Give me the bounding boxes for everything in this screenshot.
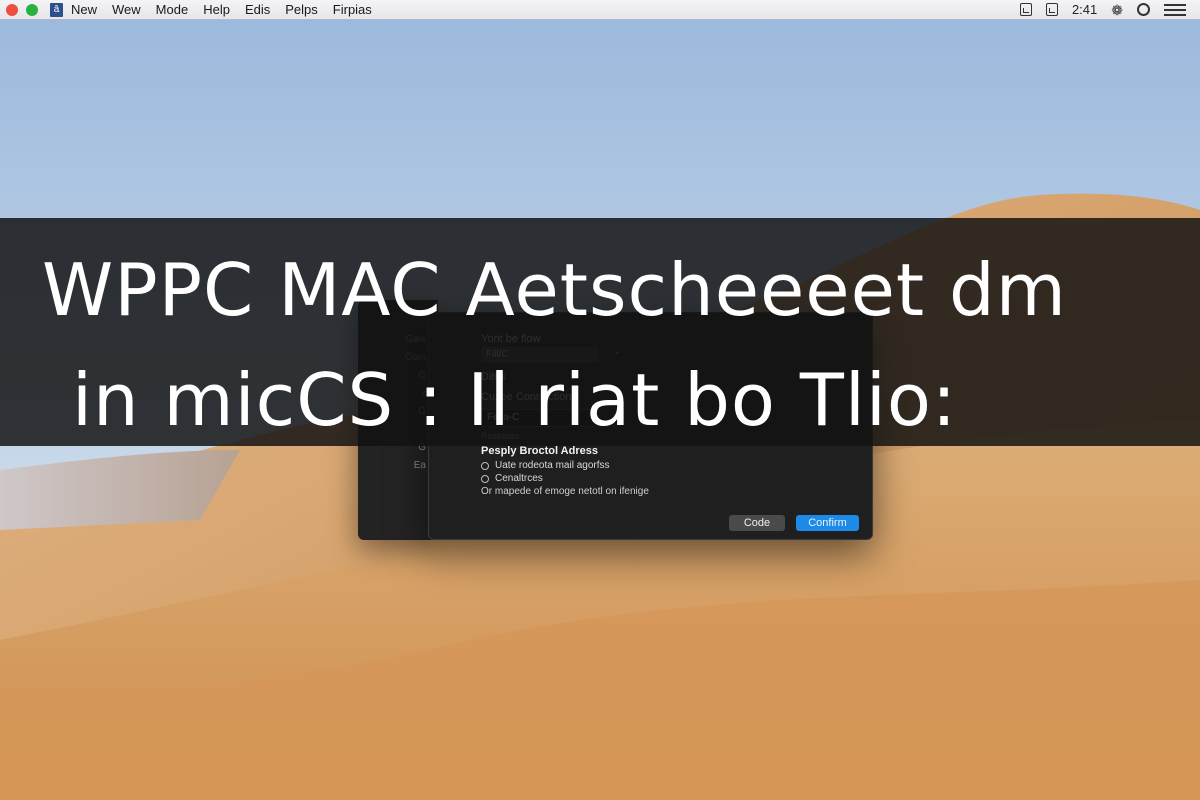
dialog-note: Or mapede of emoge netotl on ifenige bbox=[481, 486, 649, 497]
sidebar-label[interactable]: Ea bbox=[414, 460, 426, 471]
banner-title-line-1: WPPC MAC Aetscheeeet dm bbox=[42, 248, 1067, 332]
menu-item-mode[interactable]: Mode bbox=[156, 2, 189, 17]
hamburger-icon[interactable] bbox=[1164, 3, 1186, 16]
section-title: Pesply Broctol Adress bbox=[481, 445, 598, 457]
radio-button[interactable] bbox=[481, 461, 489, 470]
menu-item-firpias[interactable]: Firpias bbox=[333, 2, 372, 17]
radio-option[interactable]: Uate rodeota mail agorfss bbox=[481, 460, 610, 471]
menu-bar: ā New Wew Mode Help Edis Pelps Firpias 2… bbox=[0, 0, 1200, 20]
menu-item-view[interactable]: Wew bbox=[112, 2, 141, 17]
menu-item-help[interactable]: Help bbox=[203, 2, 230, 17]
menu-clock[interactable]: 2:41 bbox=[1072, 2, 1097, 17]
confirm-button[interactable]: Confirm bbox=[796, 515, 859, 531]
menu-item-pelps[interactable]: Pelps bbox=[285, 2, 318, 17]
document-edit-icon[interactable] bbox=[1045, 3, 1058, 16]
globe-icon[interactable]: ❁ bbox=[1111, 3, 1123, 17]
radio-label: Uate rodeota mail agorfss bbox=[495, 460, 610, 471]
zoom-window-button[interactable] bbox=[26, 3, 38, 16]
radio-label: Cenaltrces bbox=[495, 473, 543, 484]
circle-icon[interactable] bbox=[1137, 3, 1150, 16]
cancel-button[interactable]: Code bbox=[729, 515, 785, 531]
radio-button[interactable] bbox=[481, 474, 489, 483]
app-icon[interactable]: ā bbox=[50, 2, 63, 17]
menu-item-edit[interactable]: Edis bbox=[245, 2, 270, 17]
radio-option[interactable]: Cenaltrces bbox=[481, 473, 543, 484]
window-controls bbox=[6, 3, 38, 16]
document-icon[interactable] bbox=[1019, 3, 1032, 16]
overlay-banner: WPPC MAC Aetscheeeet dm in micCS : Il ri… bbox=[0, 218, 1200, 446]
banner-title-line-2: in micCS : Il riat bo Tlio: bbox=[72, 358, 958, 442]
close-window-button[interactable] bbox=[6, 3, 18, 16]
menu-items: New Wew Mode Help Edis Pelps Firpias bbox=[71, 2, 372, 17]
menu-item-new[interactable]: New bbox=[71, 2, 97, 17]
status-area: 2:41 ❁ bbox=[1019, 2, 1186, 17]
